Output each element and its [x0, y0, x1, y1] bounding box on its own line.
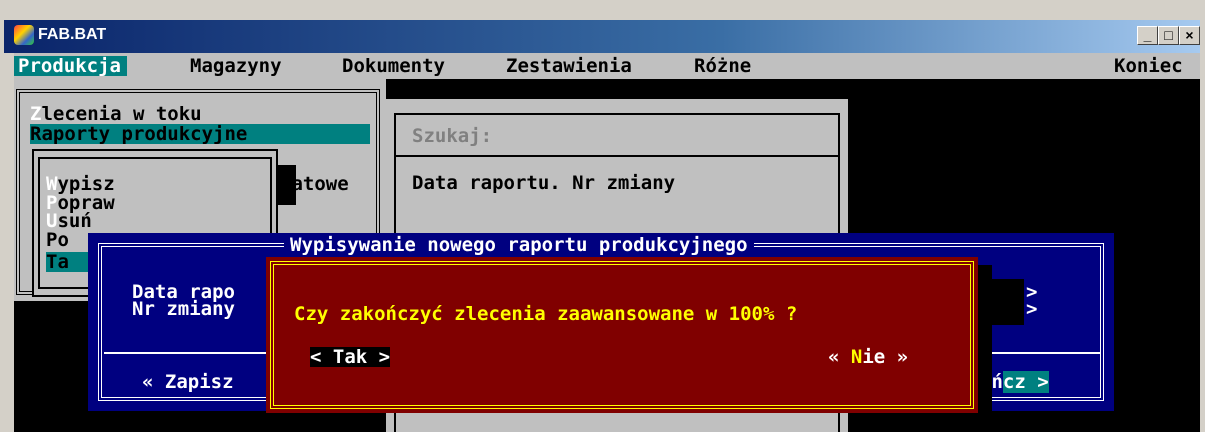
confirm-question: Czy zakończyć zlecenia zaawansowane w 10… — [294, 303, 798, 325]
no-button-open: « — [828, 346, 851, 368]
search-divider — [394, 155, 840, 157]
menu-bar: Produkcja Magazyny Dokumenty Zestawienia… — [14, 53, 1200, 79]
menu-dokumenty[interactable]: Dokumenty — [342, 56, 445, 76]
search-label[interactable]: Szukaj: — [412, 126, 492, 146]
menu-rozne[interactable]: Różne — [694, 56, 751, 76]
menu-item-label: lecenia w toku — [41, 103, 202, 125]
submenu-item-wypisz[interactable]: Wypisz — [46, 174, 115, 194]
maximize-button[interactable]: □ — [1158, 26, 1179, 45]
menu-item-zlecenia[interactable]: Zlecenia w toku — [30, 104, 202, 124]
form-title: Wypisywanie nowego raportu produkcyjnego — [284, 235, 754, 255]
field2-arrow[interactable]: > — [1026, 299, 1037, 319]
app-icon — [14, 25, 34, 45]
save-button[interactable]: « Zapisz — [142, 372, 234, 392]
field-nr-zmiany-label: Nr zmiany — [132, 298, 235, 320]
window-title: FAB.BAT — [38, 26, 107, 43]
menu-item-raporty[interactable]: Raporty produkcyjne — [30, 124, 370, 144]
submenu-item-usun[interactable]: Usuń — [46, 211, 92, 231]
hotkey-z: Z — [30, 103, 42, 125]
hotkey-n: N — [850, 346, 863, 368]
submenu-item-po[interactable]: Po — [46, 230, 69, 250]
menu-koniec[interactable]: Koniec — [1114, 56, 1183, 76]
dialog-shadow — [978, 265, 992, 413]
end-button-label: cz > — [1002, 371, 1049, 393]
yes-button[interactable]: < Tak > — [310, 347, 391, 367]
menu-produkcja[interactable]: Produkcja — [14, 56, 127, 76]
console-area: Produkcja Magazyny Dokumenty Zestawienia… — [14, 53, 1200, 432]
no-button[interactable]: « Nie » — [828, 347, 908, 367]
close-button[interactable]: × — [1179, 26, 1200, 45]
search-column-header: Data raportu. Nr zmiany — [412, 172, 676, 194]
side-text: tatowe — [280, 173, 349, 195]
confirm-dialog-frame — [270, 261, 974, 409]
minimize-button[interactable]: _ — [1137, 26, 1158, 45]
title-bar[interactable]: FAB.BAT _ □ × — [4, 20, 1200, 53]
no-button-label: ie » — [862, 346, 909, 368]
menu-magazyny[interactable]: Magazyny — [190, 56, 282, 76]
menu-zestawienia[interactable]: Zestawienia — [506, 56, 632, 76]
app-window: FAB.BAT _ □ × Produkcja Magazyny Dokumen… — [0, 0, 1205, 432]
